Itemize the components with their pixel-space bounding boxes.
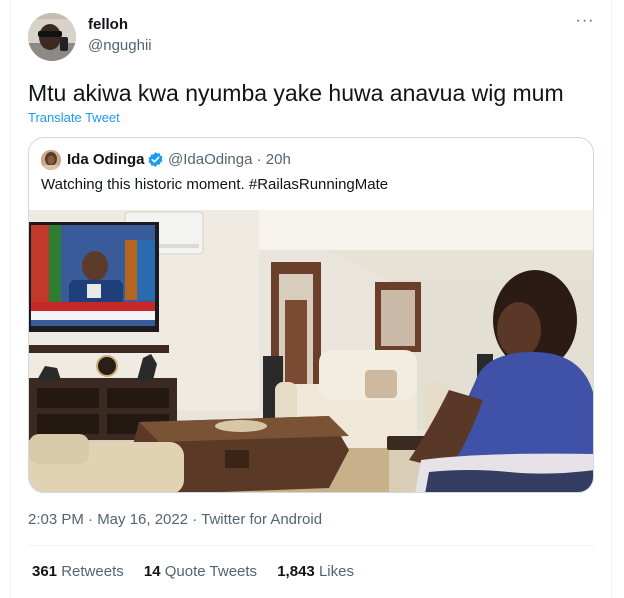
tweet-stats: 361 Retweets 14 Quote Tweets 1,843 Likes	[32, 563, 370, 580]
more-options-icon[interactable]: ···	[572, 12, 598, 32]
quoted-tweet-text: Watching this historic moment. #RailasRu…	[41, 176, 389, 193]
tweet-timestamp[interactable]: 2:03 PM · May 16, 2022 · Twitter for And…	[28, 511, 322, 528]
verified-badge-icon	[148, 152, 163, 167]
quoted-tweet[interactable]: Ida Odinga @IdaOdinga · 20h Watching thi…	[28, 137, 594, 493]
quote-tweets-count: 14	[143, 563, 161, 580]
quoted-display-name[interactable]: Ida Odinga	[67, 151, 145, 168]
retweets-count: 361	[32, 563, 58, 580]
retweets-stat[interactable]: 361 Retweets	[32, 563, 124, 580]
quoted-photo[interactable]	[29, 210, 594, 493]
translate-tweet-link[interactable]: Translate Tweet	[28, 110, 120, 125]
quote-tweets-stat[interactable]: 14 Quote Tweets	[144, 563, 257, 580]
quoted-user-avatar[interactable]	[41, 150, 61, 170]
user-handle[interactable]: @ngughii	[88, 37, 152, 54]
quoted-handle-time[interactable]: @IdaOdinga · 20h	[168, 151, 291, 168]
quote-tweets-label: Quote Tweets	[164, 563, 258, 580]
tweet-text: Mtu akiwa kwa nyumba yake huwa anavua wi…	[28, 80, 564, 106]
likes-label: Likes	[318, 563, 354, 580]
user-display-name[interactable]: felloh	[88, 16, 128, 33]
divider	[28, 545, 594, 546]
user-avatar[interactable]	[28, 13, 76, 61]
likes-stat[interactable]: 1,843 Likes	[277, 563, 354, 580]
retweets-label: Retweets	[61, 563, 124, 580]
likes-count: 1,843	[277, 563, 315, 580]
